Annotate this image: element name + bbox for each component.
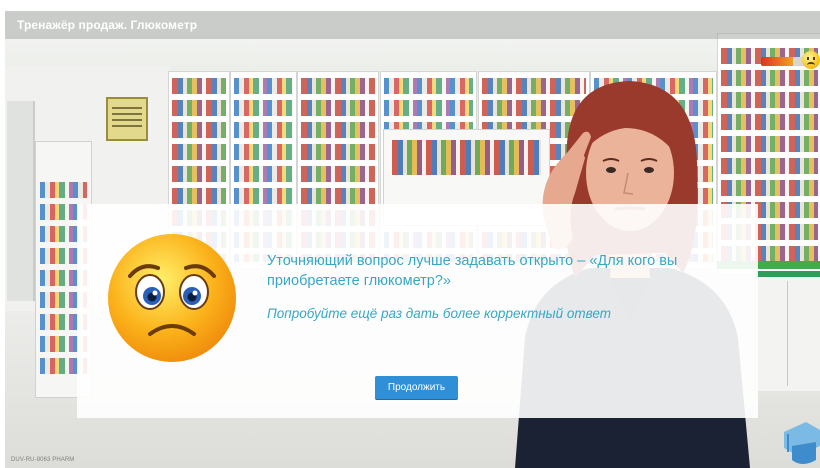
mood-meter	[761, 57, 807, 66]
training-scene: Тренажёр продаж. Глюкометр Уточняющий во…	[5, 11, 820, 468]
footer-code: DUV-RU-8063 PHARM	[11, 457, 75, 463]
title-bar: Тренажёр продаж. Глюкометр	[5, 11, 820, 39]
course-title: Тренажёр продаж. Глюкометр	[17, 18, 198, 32]
retry-hint: Попробуйте ещё раз дать более корректный…	[267, 306, 611, 321]
graduation-cap-icon[interactable]	[782, 416, 820, 468]
feedback-message: Уточняющий вопрос лучше задавать открыто…	[267, 253, 678, 289]
door	[7, 101, 35, 301]
sad-face-icon	[108, 234, 236, 362]
notice-board	[106, 97, 148, 141]
continue-button[interactable]: Продолжить	[375, 376, 458, 399]
sad-face-icon	[802, 51, 820, 69]
feedback-dialog: Уточняющий вопрос лучше задавать открыто…	[77, 204, 758, 418]
